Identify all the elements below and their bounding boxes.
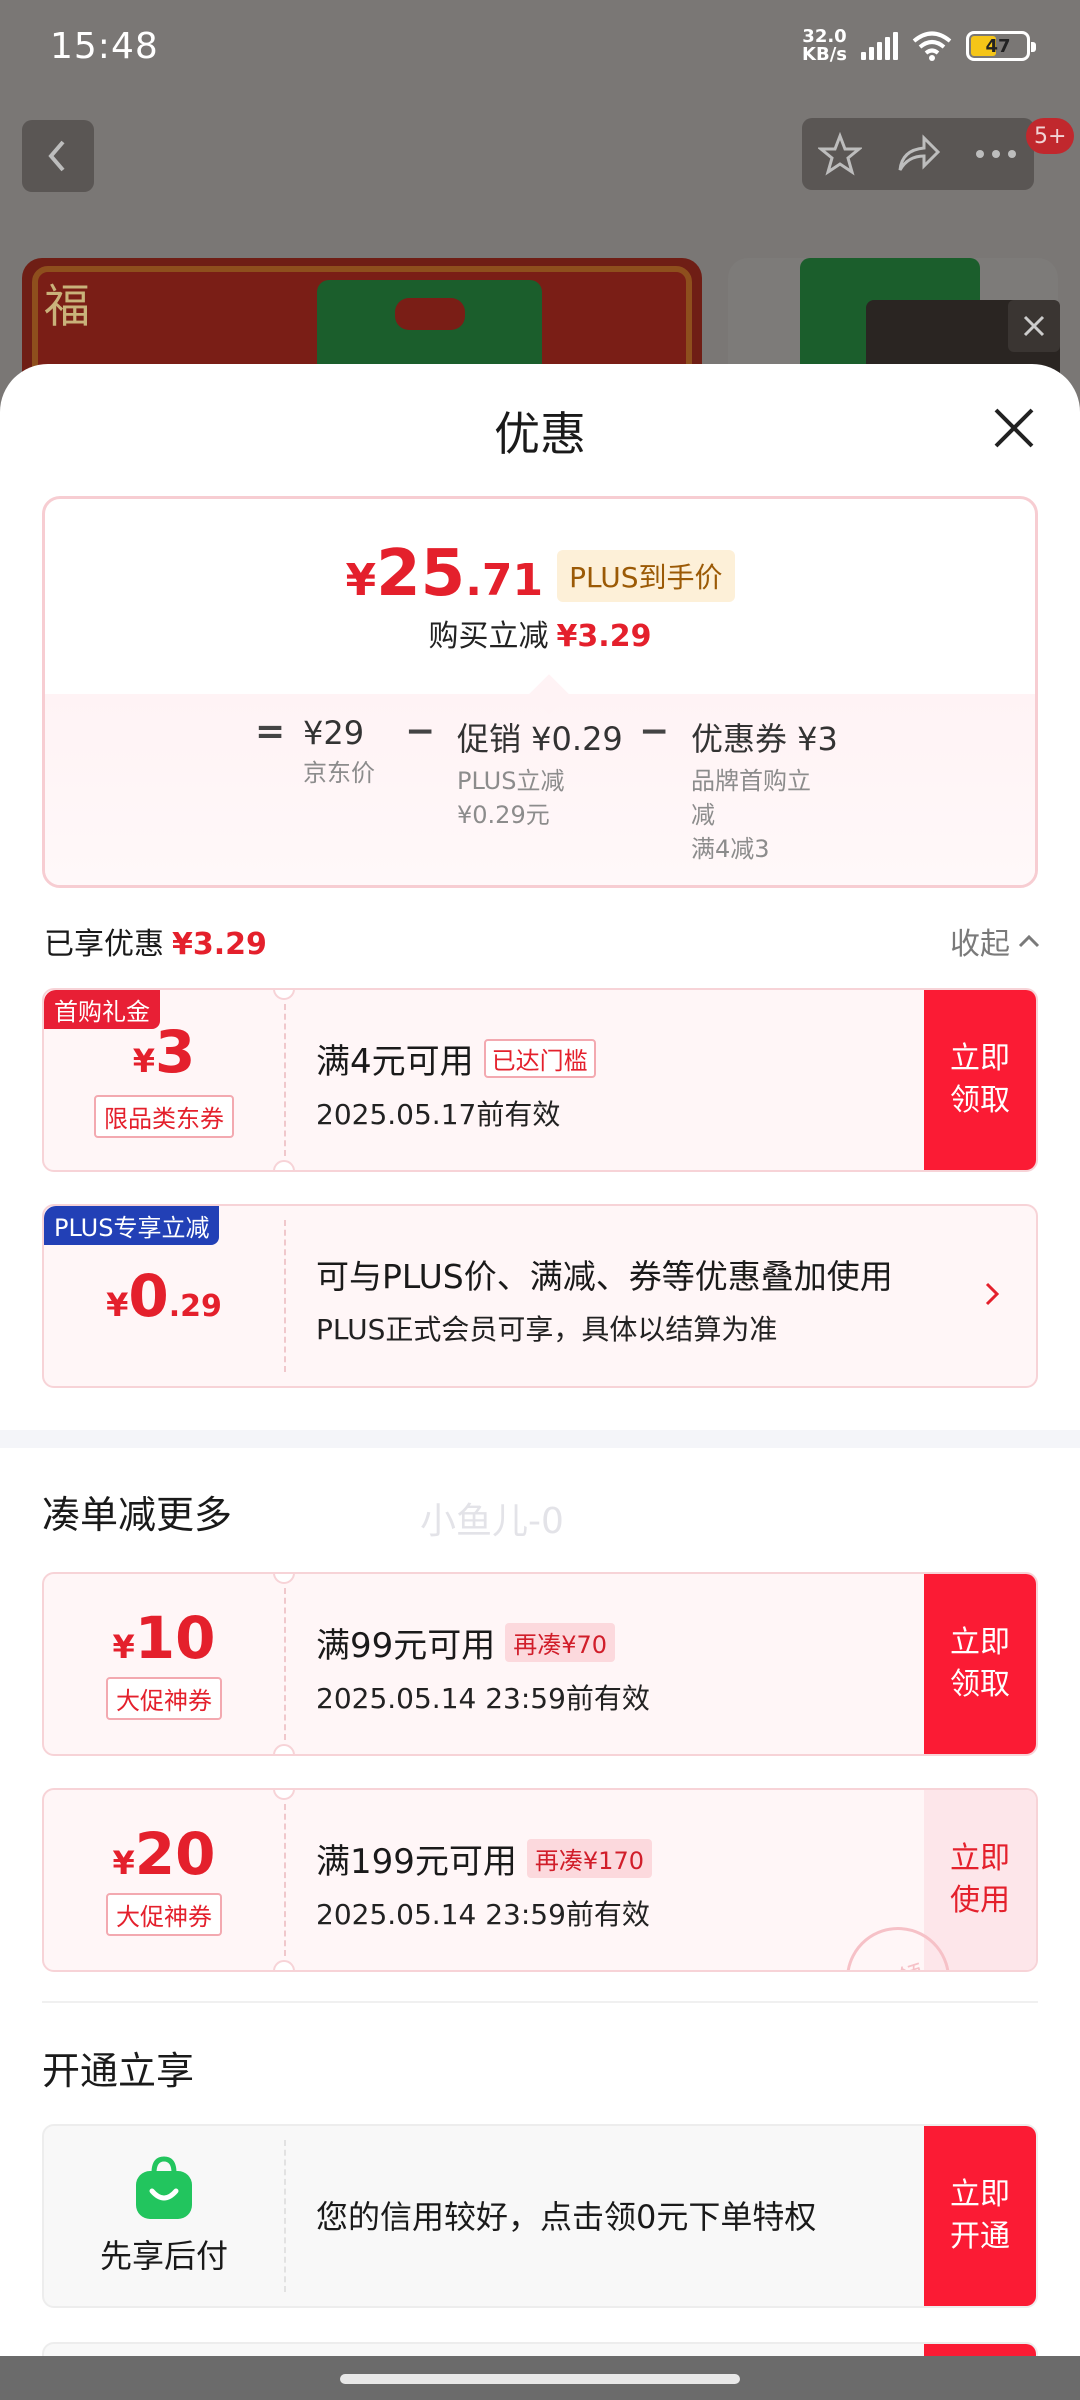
coupon-value: ¥20 大促神券 [44,1790,284,1970]
final-price: ¥25.71 [345,537,544,611]
base-price: ¥29 京东价 [303,714,375,787]
coupon-value: ¥10 大促神券 [44,1574,284,1754]
battery-icon: 47 [966,31,1036,61]
coupon-info: 可与PLUS价、满减、券等优惠叠加使用 PLUS正式会员可享，具体以结算为准 [316,1257,893,1346]
minus-sign: − [405,711,436,752]
use-coupon-button[interactable]: 立即 使用 [924,1790,1036,1970]
coupon-type-tag: 大促神券 [106,1676,222,1720]
claim-coupon-button[interactable]: 立即 领取 [924,1574,1036,1754]
coupon-card-first-purchase: ¥3 限品类东券 满4元可用 已达门槛 2025.05.17前有效 立即 领取 首购… [42,988,1038,1172]
star-icon[interactable] [818,132,862,176]
pay-later-brand: 先享后付 [44,2126,284,2306]
message-badge[interactable]: 5+ [1026,118,1075,154]
floating-video-close-button[interactable] [1008,300,1060,352]
shopping-bag-icon [136,2156,192,2219]
screen: 15:48 32.0 KB/s 47 5+ 福 优惠 ¥25.71 PLUS到手… [0,0,1080,2400]
promo-discount: 促销 ¥0.29 PLUS立减 ¥0.29元 [457,720,623,829]
coupon-info: 满4元可用 已达门槛 2025.05.17前有效 [316,1034,906,1133]
close-icon [1023,315,1045,337]
coupon-card-20: ¥20 大促神券 满199元可用 再凑¥170 2025.05.14 23:59前… [42,1788,1038,1972]
instant-cut-row: 购买立减 ¥3.29 [428,619,652,654]
sheet-title: 优惠 [494,407,586,461]
top-actions [802,118,1034,190]
pay-later-text: 您的信用较好，点击领0元下单特权 [316,2198,817,2236]
coupon-discount: 优惠券 ¥3 品牌首购立 减 满4减3 [691,720,838,863]
user-watermark: 小鱼儿-0 [420,1501,564,1542]
coupon-card-10: ¥10 大促神券 满99元可用 再凑¥70 2025.05.14 23:59前有效… [42,1572,1038,1756]
cellular-signal-icon [861,32,898,60]
coupon-corner-tag: 首购礼金 [44,990,160,1029]
coupon-type-tag: 大促神券 [106,1892,222,1936]
wifi-icon [912,31,952,61]
add-more-chip: 再凑¥70 [505,1623,616,1662]
pay-later-label: 先享后付 [99,2237,228,2275]
section-title-open: 开通立享 [42,2049,195,2093]
brand-glyph: 福 [44,279,90,333]
collapse-toggle[interactable]: 收起 [950,919,1040,963]
section-divider [0,1430,1080,1448]
coupon-type-tag: 限品类东券 [94,1094,234,1138]
status-time: 15:48 [50,25,159,67]
home-indicator[interactable] [340,2374,740,2384]
section-title-more: 凑单减更多 [42,1493,233,1537]
final-price-row: ¥25.71 PLUS到手价 [45,537,1035,611]
divider-line [42,2001,1038,2003]
status-icons: 32.0 KB/s 47 [802,26,1036,65]
back-button[interactable] [22,120,94,192]
gesture-bar [0,2356,1080,2400]
threshold-chip: 已达门槛 [483,1039,596,1078]
network-speed: 32.0 KB/s [802,26,847,65]
add-more-chip: 再凑¥170 [526,1839,652,1878]
plus-price-chip: PLUS到手价 [557,550,735,602]
equals-sign: = [255,711,286,752]
chevron-right-icon [985,1282,1000,1306]
more-icon[interactable] [974,148,1018,160]
enjoyed-discount: 已享优惠 ¥3.29 [44,927,267,962]
price-summary: ¥25.71 PLUS到手价 购买立减 ¥3.29 = ¥29 京东价 − 促销 … [42,496,1038,888]
coupon-corner-tag: PLUS专享立减 [44,1206,220,1245]
coupon-info: 满99元可用 再凑¥70 2025.05.14 23:59前有效 [316,1618,906,1717]
share-icon[interactable] [894,132,942,176]
open-pay-later-button[interactable]: 立即 开通 [924,2126,1036,2306]
chevron-up-icon [1018,934,1040,948]
close-sheet-icon[interactable] [990,404,1038,452]
discount-sheet: 优惠 ¥25.71 PLUS到手价 购买立减 ¥3.29 = ¥29 京东价 − … [0,364,1080,2400]
claim-coupon-button[interactable]: 立即 领取 [924,990,1036,1170]
coupon-card-plus[interactable]: ¥0.29 可与PLUS价、满减、券等优惠叠加使用 PLUS正式会员可享，具体以… [42,1204,1038,1388]
minus-sign: − [639,711,670,752]
status-bar: 15:48 32.0 KB/s 47 [0,0,1080,92]
coupon-info: 满199元可用 再凑¥170 2025.05.14 23:59前有效 [316,1834,906,1933]
pay-later-card: 先享后付 您的信用较好，点击领0元下单特权 立即 开通 [42,2124,1038,2308]
chevron-left-icon [48,140,65,172]
